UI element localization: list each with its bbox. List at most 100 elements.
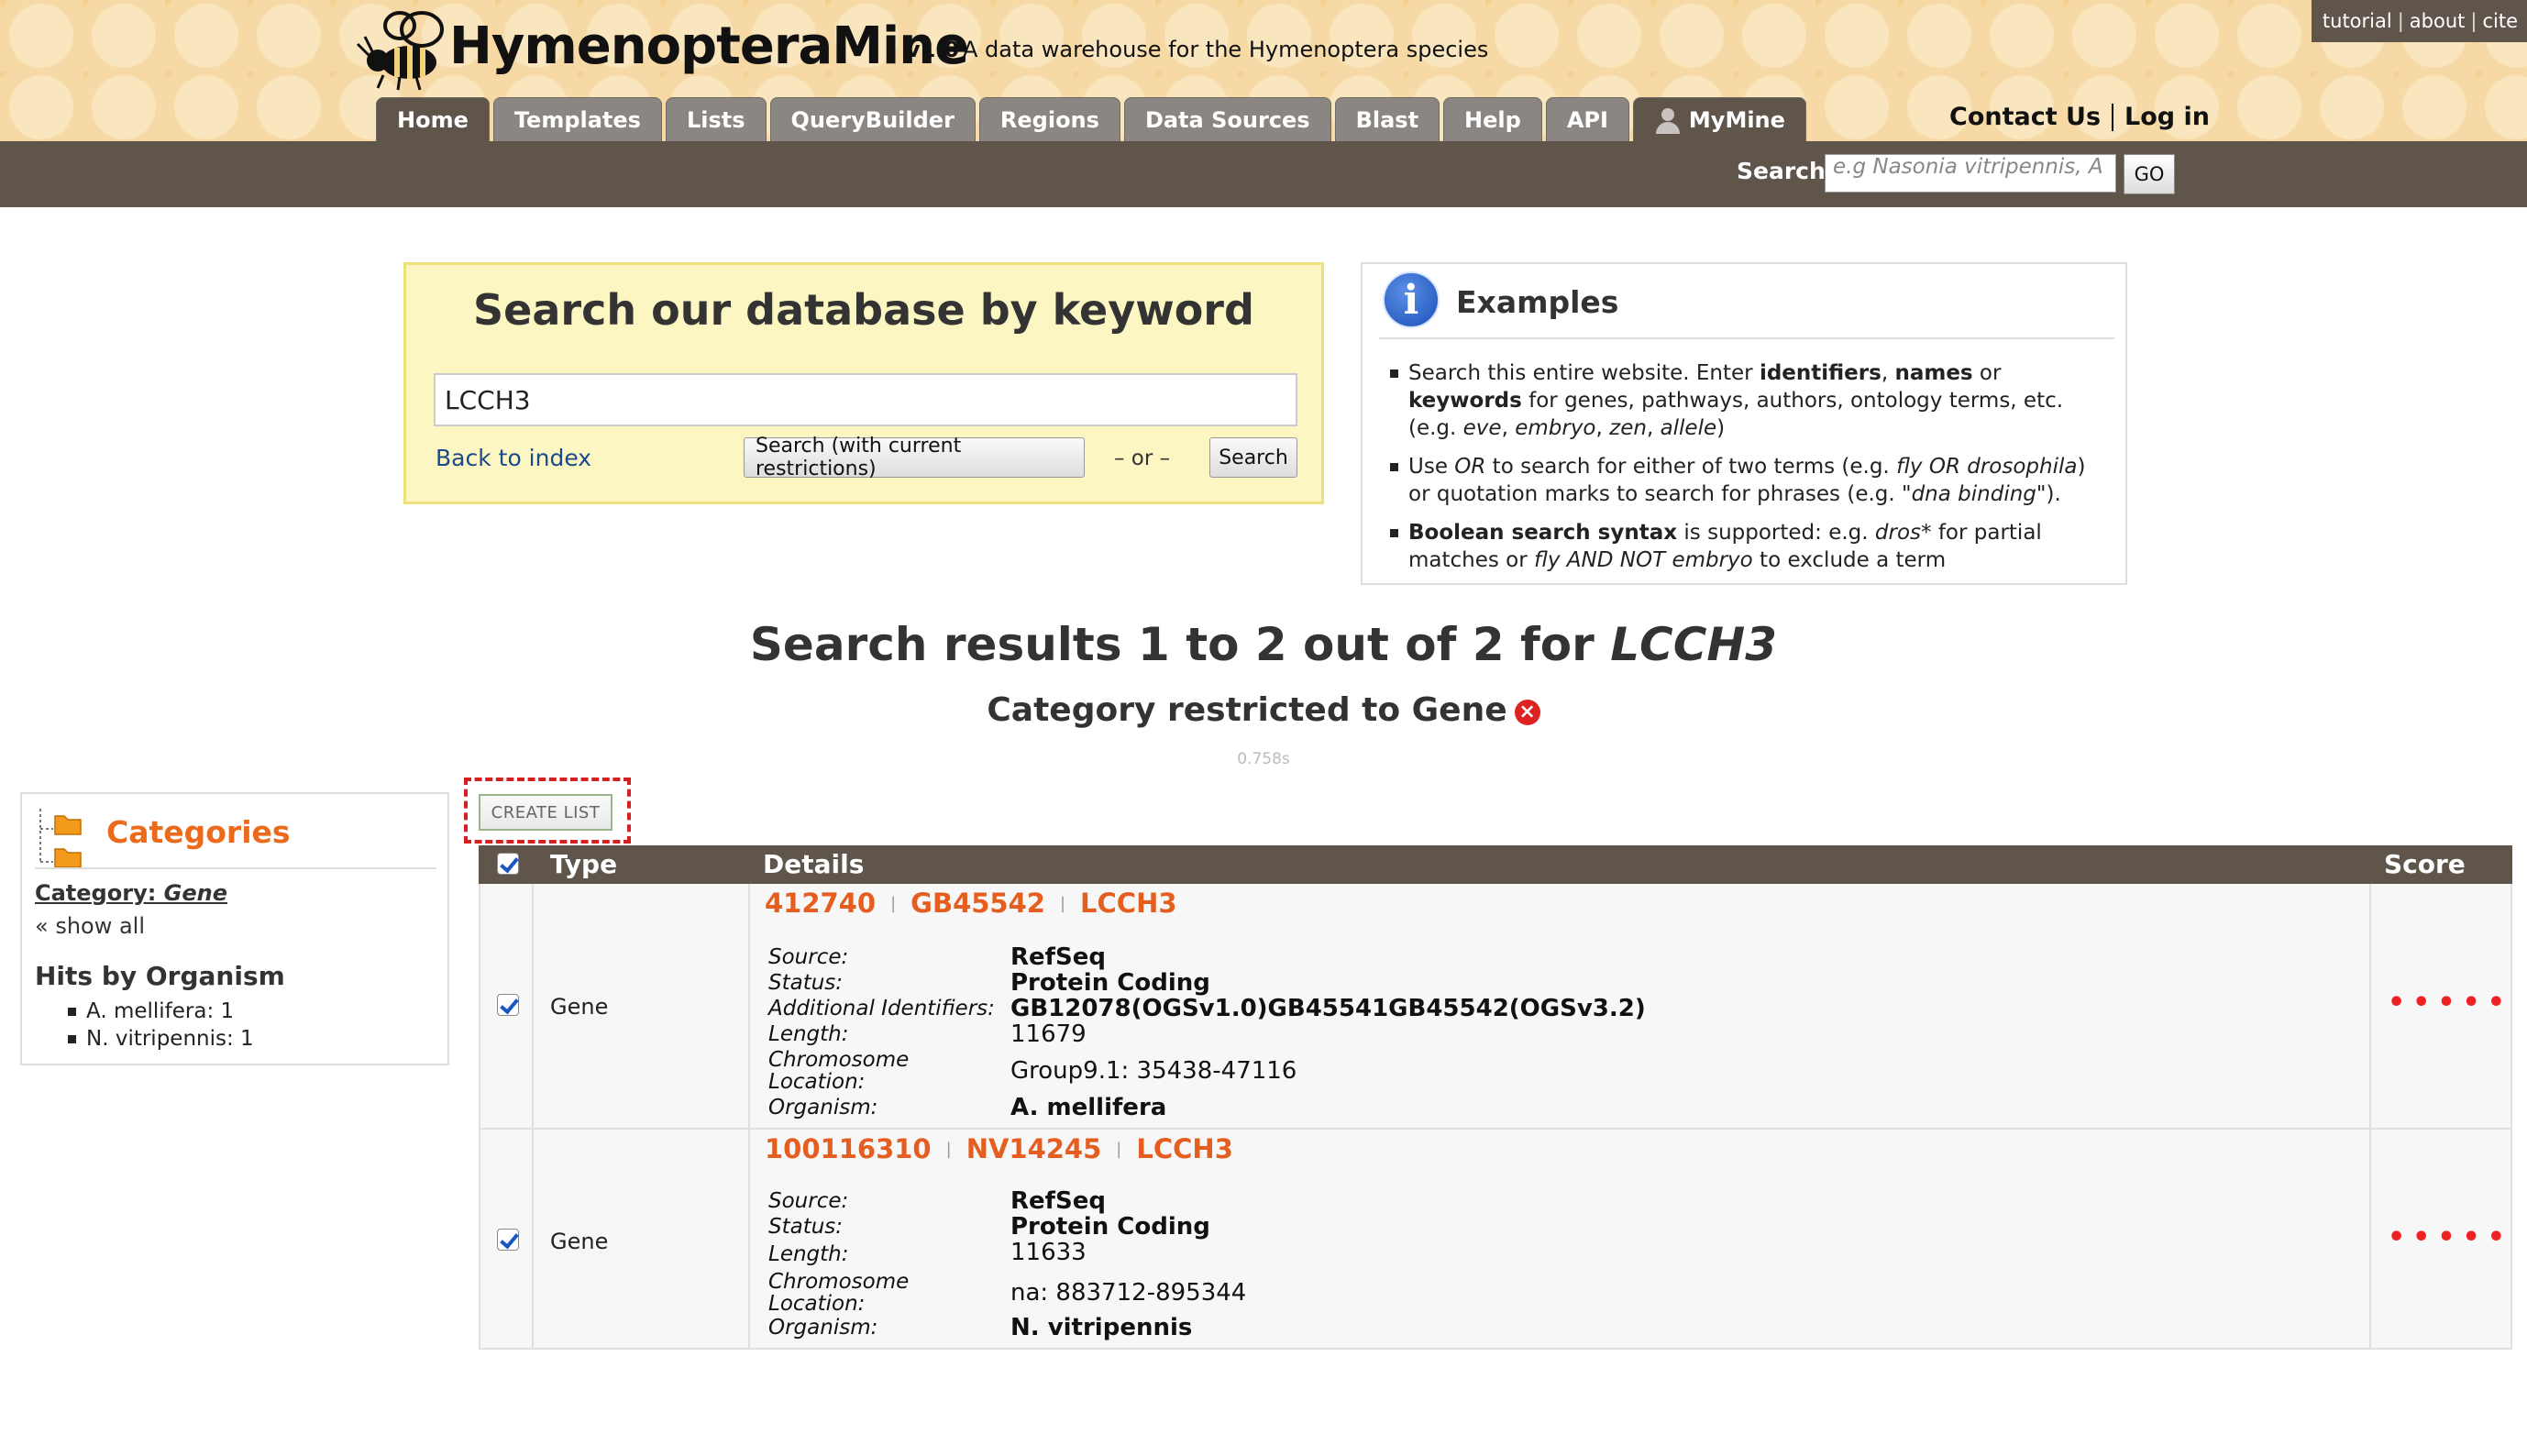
field-value: 11679: [1010, 1020, 1087, 1048]
categories-panel: Categories Category: Gene « show all Hit…: [20, 792, 449, 1065]
quick-search-input[interactable]: e.g Nasonia vitripennis, A: [1825, 154, 2116, 193]
info-icon: i: [1383, 271, 1440, 328]
text: ,: [1595, 416, 1610, 440]
search-timing: 0.758s: [1237, 750, 1290, 768]
result-id-link[interactable]: 412740: [765, 888, 876, 919]
result-identifiers: 100116310 | NV14245 | LCCH3: [765, 1133, 1233, 1164]
tab-data-sources[interactable]: Data Sources: [1123, 97, 1331, 141]
back-to-index-link[interactable]: Back to index: [436, 445, 591, 471]
field-label: Status:: [768, 1215, 844, 1239]
divider: [1379, 337, 2114, 339]
column-header-type: Type: [550, 849, 618, 879]
tutorial-link[interactable]: tutorial: [2323, 10, 2392, 32]
tab-mymine[interactable]: MyMine: [1632, 97, 1806, 141]
category-heading: Category restricted to Gene ×: [0, 691, 2527, 729]
tab-help[interactable]: Help: [1443, 97, 1542, 141]
field-label: Chromosome Location:: [768, 1048, 910, 1094]
field-label: Source:: [768, 945, 849, 969]
text: ,: [1501, 416, 1516, 440]
italic-text: zen: [1609, 416, 1647, 440]
category-value: Gene: [163, 880, 228, 906]
log-in-link[interactable]: Log in: [2124, 103, 2210, 131]
select-all-checkbox[interactable]: [497, 853, 519, 875]
table-row: Gene 412740 | GB45542 | LCCH3 Source: Re…: [479, 884, 2512, 1130]
id-separator: |: [1116, 1139, 1122, 1159]
field-label: Length:: [768, 1242, 849, 1266]
categories-title: Categories: [106, 814, 291, 850]
bee-logo-icon[interactable]: [356, 7, 447, 92]
quick-search-go-button[interactable]: GO: [2124, 154, 2175, 194]
result-id-link[interactable]: LCCH3: [1136, 1133, 1233, 1164]
tab-templates[interactable]: Templates: [492, 97, 662, 141]
tab-querybuilder[interactable]: QueryBuilder: [769, 97, 976, 141]
quick-search-label: Search:: [1737, 158, 1835, 184]
organism-hit-link[interactable]: A. mellifera: 1: [68, 998, 254, 1025]
text: ,: [1646, 416, 1661, 440]
tab-api[interactable]: API: [1545, 97, 1629, 141]
create-list-button[interactable]: CREATE LIST: [479, 794, 612, 831]
tab-lists[interactable]: Lists: [665, 97, 767, 141]
column-divider: [2369, 884, 2371, 1128]
column-divider: [532, 884, 534, 1128]
field-value: Group9.1: 35438-47116: [1010, 1057, 1297, 1085]
search-with-restrictions-button[interactable]: Search (with current restrictions): [744, 435, 1085, 480]
examples-title: Examples: [1456, 284, 1619, 320]
score-indicator: •••••: [2388, 987, 2512, 1019]
organism-hit-link[interactable]: N. vitripennis: 1: [68, 1025, 254, 1053]
text: ): [1716, 416, 1726, 440]
example-item: Search this entire website. Enter identi…: [1388, 359, 2111, 442]
divider: [35, 867, 436, 869]
field-value: RefSeq: [1010, 1187, 1106, 1215]
result-id-link[interactable]: 100116310: [765, 1133, 932, 1164]
contact-us-link[interactable]: Contact Us: [1949, 103, 2101, 131]
main-nav-tabs: Home Templates Lists QueryBuilder Region…: [376, 97, 1806, 141]
results-query: LCCH3: [1610, 618, 1778, 671]
user-icon: [1654, 106, 1682, 134]
text: ,: [1881, 361, 1895, 385]
keyword-search-input[interactable]: LCCH3: [434, 373, 1297, 426]
create-list-highlight: CREATE LIST: [464, 778, 631, 844]
result-id-link[interactable]: NV14245: [966, 1133, 1102, 1164]
site-name[interactable]: HymenopteraMine: [449, 17, 969, 76]
field-value: 11633: [1010, 1239, 1087, 1266]
result-type: Gene: [550, 1229, 609, 1254]
tab-home[interactable]: Home: [376, 97, 490, 141]
italic-text: fly OR drosophila: [1896, 455, 2078, 479]
bold-text: identifiers: [1759, 361, 1881, 385]
column-divider: [532, 1130, 534, 1348]
tab-regions[interactable]: Regions: [978, 97, 1120, 141]
field-label: Status:: [768, 971, 844, 995]
text: ).: [2046, 482, 2061, 506]
italic-text: "dna binding": [1902, 482, 2047, 506]
remove-filter-icon[interactable]: ×: [1514, 700, 1540, 725]
score-indicator: •••••: [2388, 1221, 2512, 1253]
site-tagline: A data warehouse for the Hymenoptera spe…: [963, 37, 1489, 62]
italic-text: fly AND NOT embryo: [1534, 548, 1753, 572]
cite-link[interactable]: cite: [2482, 10, 2518, 32]
account-links: Contact Us Log in: [1949, 103, 2210, 131]
field-value: Protein Coding: [1010, 1213, 1210, 1241]
field-label: Chromosome Location:: [768, 1270, 910, 1316]
column-divider: [2369, 1130, 2371, 1348]
or-separator: – or –: [1114, 447, 1171, 470]
results-heading-prefix: Search results 1 to 2 out of 2 for: [749, 618, 1611, 671]
bold-text: keywords: [1408, 389, 1522, 413]
row-select-checkbox[interactable]: [497, 994, 519, 1016]
about-link[interactable]: about: [2410, 10, 2466, 32]
field-label: Length:: [768, 1022, 849, 1046]
keyword-search-title: Search our database by keyword: [473, 285, 1254, 335]
result-id-link[interactable]: LCCH3: [1080, 888, 1177, 919]
row-select-checkbox[interactable]: [497, 1229, 519, 1251]
tab-blast[interactable]: Blast: [1334, 97, 1440, 141]
text: or: [1972, 361, 2002, 385]
italic-text: embryo: [1515, 416, 1596, 440]
current-category-link[interactable]: Category: Gene: [35, 880, 227, 906]
field-value: N. vitripennis: [1010, 1314, 1193, 1341]
italic-text: eve: [1462, 416, 1502, 440]
result-id-link[interactable]: GB45542: [910, 888, 1045, 919]
text: is supported: e.g.: [1677, 521, 1875, 545]
search-button[interactable]: Search: [1209, 437, 1297, 478]
show-all-link[interactable]: « show all: [35, 913, 145, 939]
hits-by-organism-title: Hits by Organism: [35, 961, 285, 991]
field-label: Source:: [768, 1189, 849, 1213]
